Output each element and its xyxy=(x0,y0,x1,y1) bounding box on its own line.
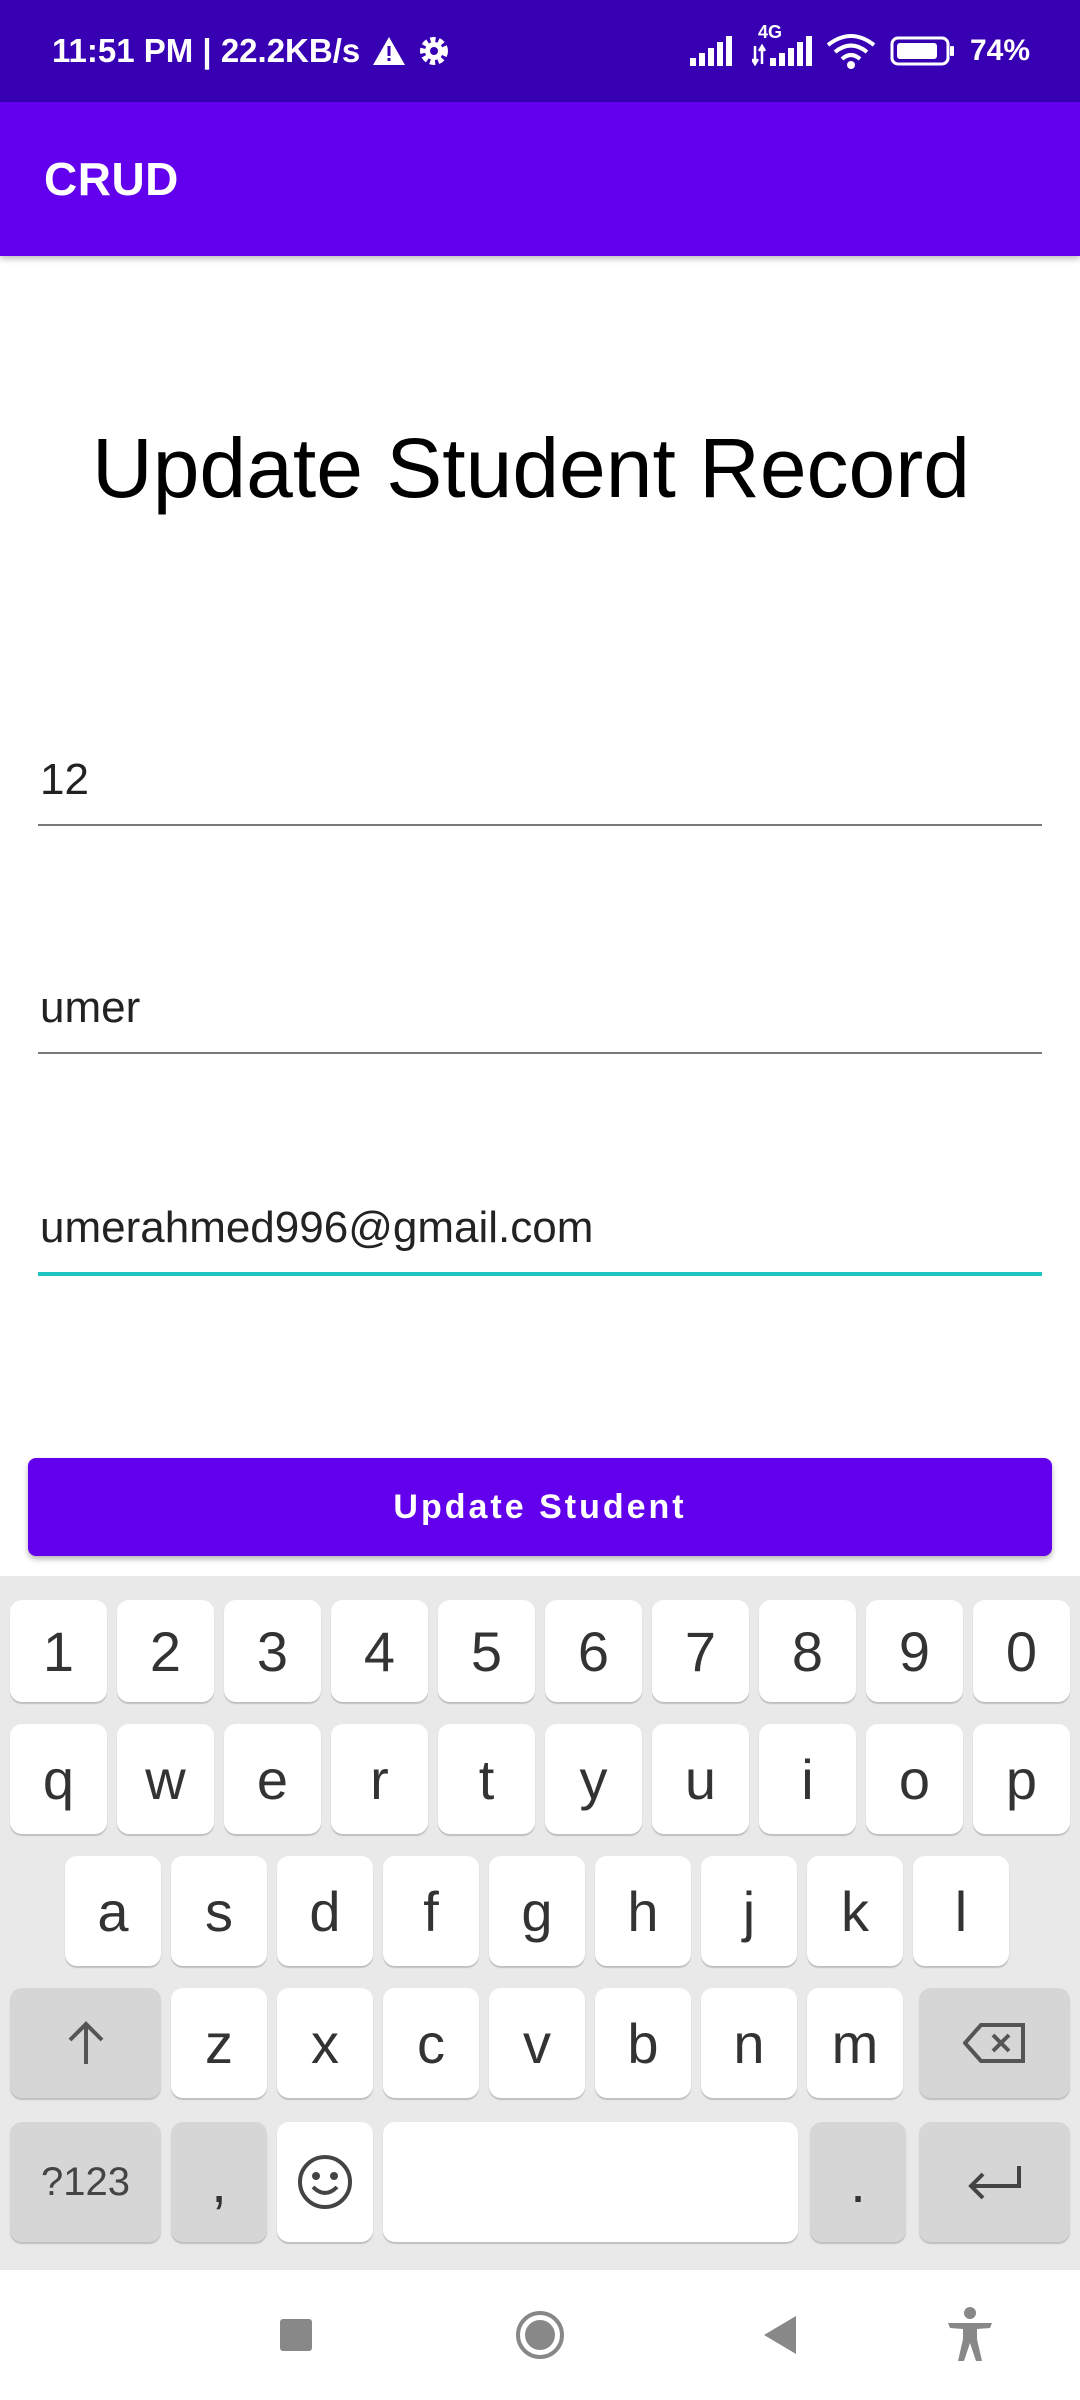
enter-key[interactable] xyxy=(919,2122,1070,2242)
warning-icon xyxy=(372,35,406,67)
nav-bar xyxy=(0,2270,1080,2400)
key-g[interactable]: g xyxy=(489,1856,585,1966)
shift-key[interactable] xyxy=(10,1988,161,2098)
student-name-input[interactable] xyxy=(38,968,1042,1048)
status-right: 4G 74% xyxy=(689,0,1030,102)
app-bar: CRUD xyxy=(0,102,1080,256)
student-email-field[interactable] xyxy=(38,1188,1042,1276)
space-key[interactable] xyxy=(383,2122,798,2242)
backspace-icon xyxy=(962,2023,1027,2063)
key-n[interactable]: n xyxy=(701,1988,797,2098)
period-key[interactable]: . xyxy=(810,2122,906,2242)
status-time-speed: 11:51 PM | 22.2KB/s xyxy=(52,32,361,69)
accessibility-icon xyxy=(944,2307,996,2363)
field-underline-focused xyxy=(38,1272,1042,1276)
key-c[interactable]: c xyxy=(383,1988,479,2098)
student-id-input[interactable] xyxy=(38,740,1042,820)
key-3[interactable]: 3 xyxy=(224,1600,321,1702)
key-a[interactable]: a xyxy=(65,1856,161,1966)
network-label: 4G xyxy=(757,22,782,42)
signal-4g-icon: 4G xyxy=(751,22,812,66)
key-s[interactable]: s xyxy=(171,1856,267,1966)
page-title: Update Student Record xyxy=(92,421,970,515)
update-student-button[interactable]: Update Student xyxy=(28,1458,1052,1556)
student-name-field[interactable] xyxy=(38,968,1042,1054)
key-9[interactable]: 9 xyxy=(866,1600,963,1702)
key-p[interactable]: p xyxy=(973,1724,1070,1834)
key-1[interactable]: 1 xyxy=(10,1600,107,1702)
key-6[interactable]: 6 xyxy=(545,1600,642,1702)
key-l[interactable]: l xyxy=(913,1856,1009,1966)
symbols-key-label: ?123 xyxy=(41,2159,130,2204)
key-y[interactable]: y xyxy=(545,1724,642,1834)
key-0[interactable]: 0 xyxy=(973,1600,1070,1702)
shift-arrow-icon xyxy=(64,2020,108,2066)
key-8[interactable]: 8 xyxy=(759,1600,856,1702)
key-d[interactable]: d xyxy=(277,1856,373,1966)
key-r[interactable]: r xyxy=(331,1724,428,1834)
key-4[interactable]: 4 xyxy=(331,1600,428,1702)
key-5[interactable]: 5 xyxy=(438,1600,535,1702)
square-icon xyxy=(278,2317,314,2353)
key-j[interactable]: j xyxy=(701,1856,797,1966)
key-x[interactable]: x xyxy=(277,1988,373,2098)
circle-icon xyxy=(514,2309,566,2361)
key-7[interactable]: 7 xyxy=(652,1600,749,1702)
enter-arrow-icon xyxy=(965,2162,1025,2202)
student-email-input[interactable] xyxy=(38,1188,1042,1268)
status-left: 11:51 PM | 22.2KB/s xyxy=(52,0,450,102)
emoji-icon xyxy=(296,2153,354,2211)
key-b[interactable]: b xyxy=(595,1988,691,2098)
key-f[interactable]: f xyxy=(383,1856,479,1966)
key-m[interactable]: m xyxy=(807,1988,903,2098)
status-bar: 11:51 PM | 22.2KB/s 4G 74% xyxy=(0,0,1080,102)
key-z[interactable]: z xyxy=(171,1988,267,2098)
signal-icon xyxy=(689,36,738,66)
battery-icon xyxy=(890,35,956,67)
key-q[interactable]: q xyxy=(10,1724,107,1834)
back-button[interactable] xyxy=(720,2270,840,2400)
home-button[interactable] xyxy=(480,2270,600,2400)
wifi-icon xyxy=(826,33,876,69)
key-u[interactable]: u xyxy=(652,1724,749,1834)
key-i[interactable]: i xyxy=(759,1724,856,1834)
student-id-field[interactable] xyxy=(38,740,1042,826)
key-h[interactable]: h xyxy=(595,1856,691,1966)
backspace-key[interactable] xyxy=(919,1988,1070,2098)
key-e[interactable]: e xyxy=(224,1724,321,1834)
recents-button[interactable] xyxy=(236,2270,356,2400)
accessibility-button[interactable] xyxy=(910,2270,1030,2400)
key-k[interactable]: k xyxy=(807,1856,903,1966)
emoji-key[interactable] xyxy=(277,2122,373,2242)
field-underline xyxy=(38,824,1042,826)
symbols-key[interactable]: ?123 xyxy=(10,2122,161,2242)
keyboard: 1 2 3 4 5 6 7 8 9 0 q w e r t y u i o p … xyxy=(0,1576,1080,2270)
key-2[interactable]: 2 xyxy=(117,1600,214,1702)
key-o[interactable]: o xyxy=(866,1724,963,1834)
comma-key[interactable]: , xyxy=(171,2122,267,2242)
field-underline xyxy=(38,1052,1042,1054)
key-w[interactable]: w xyxy=(117,1724,214,1834)
app-title: CRUD xyxy=(44,153,179,205)
key-t[interactable]: t xyxy=(438,1724,535,1834)
triangle-back-icon xyxy=(760,2314,800,2356)
gear-icon xyxy=(418,35,450,67)
battery-percent: 74% xyxy=(969,34,1030,67)
key-v[interactable]: v xyxy=(489,1988,585,2098)
